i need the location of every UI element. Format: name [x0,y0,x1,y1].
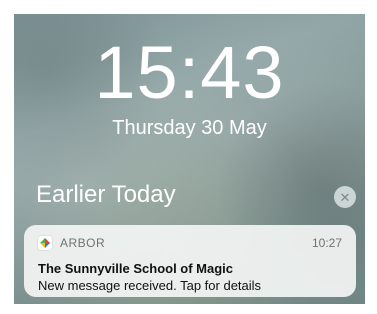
clear-notifications-button[interactable]: ✕ [334,186,356,208]
notification-title: The Sunnyville School of Magic [38,261,234,276]
lock-screen: 15:43 Thursday 30 May Earlier Today ✕ AR… [14,14,365,304]
notification-time: 10:27 [311,236,342,250]
notification-app-name: ARBOR [60,236,106,250]
close-icon: ✕ [339,189,351,205]
notification-section-title: Earlier Today [36,181,176,208]
notification-card[interactable]: ARBOR 10:27 The Sunnyville School of Mag… [24,225,356,297]
lock-screen-clock: 15:43 [94,31,285,114]
arbor-logo-icon [38,236,52,250]
screenshot-frame: 15:43 Thursday 30 May Earlier Today ✕ AR… [0,0,377,314]
lock-screen-date: Thursday 30 May [112,117,267,139]
notification-body: New message received. Tap for details [38,278,262,293]
